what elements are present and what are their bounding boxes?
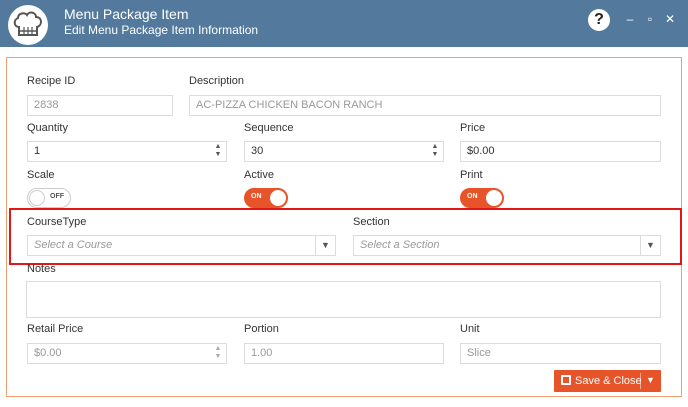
- toggle-knob: [270, 190, 286, 206]
- portion-label: Portion: [244, 323, 279, 335]
- active-toggle-state: ON: [251, 193, 262, 200]
- scale-toggle[interactable]: OFF: [27, 188, 71, 208]
- active-label: Active: [244, 169, 274, 181]
- recipe-id-field[interactable]: 2838: [27, 95, 173, 116]
- scale-label: Scale: [27, 169, 55, 181]
- section-select[interactable]: Select a Section ▼: [353, 235, 661, 256]
- window-subtitle: Edit Menu Package Item Information: [64, 23, 259, 37]
- sequence-value: 30: [251, 145, 264, 157]
- quantity-stepper[interactable]: 1 ▲ ▼: [27, 141, 227, 162]
- notes-textarea[interactable]: [26, 281, 661, 318]
- description-field[interactable]: AC-PIZZA CHICKEN BACON RANCH: [189, 95, 661, 116]
- retail-price-label: Retail Price: [27, 323, 84, 335]
- chevron-down-icon[interactable]: ▼: [646, 375, 655, 385]
- print-toggle[interactable]: ON: [460, 188, 504, 208]
- toggle-knob: [486, 190, 502, 206]
- quantity-label: Quantity: [27, 122, 68, 134]
- notes-label: Notes: [27, 263, 56, 275]
- spinner-icon[interactable]: ▲ ▼: [212, 143, 224, 160]
- maximize-icon[interactable]: ▫: [644, 13, 656, 25]
- course-type-select[interactable]: Select a Course ▼: [27, 235, 336, 256]
- title-bar: Menu Package Item Edit Menu Package Item…: [0, 0, 688, 47]
- sequence-label: Sequence: [244, 122, 294, 134]
- section-label: Section: [353, 216, 390, 228]
- section-placeholder: Select a Section: [360, 239, 440, 251]
- close-icon[interactable]: ✕: [664, 13, 676, 25]
- price-field[interactable]: $0.00: [460, 141, 661, 162]
- save-close-button[interactable]: Save & Close ▼: [554, 370, 661, 392]
- window-title: Menu Package Item: [64, 6, 189, 22]
- retail-price-value: $0.00: [34, 347, 62, 359]
- sequence-stepper[interactable]: 30 ▲ ▼: [244, 141, 444, 162]
- quantity-value: 1: [34, 145, 41, 157]
- course-type-label: CourseType: [27, 216, 87, 228]
- unit-field[interactable]: Slice: [460, 343, 661, 364]
- print-toggle-state: ON: [467, 193, 478, 200]
- chef-hat-icon: [8, 5, 48, 45]
- button-divider: [640, 373, 641, 389]
- course-type-placeholder: Select a Course: [34, 239, 113, 251]
- description-label: Description: [189, 75, 245, 87]
- scale-toggle-state: OFF: [50, 193, 64, 200]
- save-close-label: Save & Close: [575, 375, 642, 387]
- unit-label: Unit: [460, 323, 480, 335]
- minimize-icon[interactable]: –: [624, 13, 636, 25]
- spinner-icon[interactable]: ▲ ▼: [212, 345, 224, 362]
- price-label: Price: [460, 122, 486, 134]
- chevron-down-icon[interactable]: ▼: [315, 236, 335, 255]
- help-icon[interactable]: ?: [588, 9, 610, 31]
- retail-price-stepper[interactable]: $0.00 ▲ ▼: [27, 343, 227, 364]
- portion-field[interactable]: 1.00: [244, 343, 444, 364]
- recipe-id-label: Recipe ID: [27, 75, 76, 87]
- spinner-icon[interactable]: ▲ ▼: [429, 143, 441, 160]
- toggle-knob: [29, 190, 45, 206]
- active-toggle[interactable]: ON: [244, 188, 288, 208]
- print-label: Print: [460, 169, 483, 181]
- chevron-down-icon[interactable]: ▼: [640, 236, 660, 255]
- save-icon: [561, 375, 571, 385]
